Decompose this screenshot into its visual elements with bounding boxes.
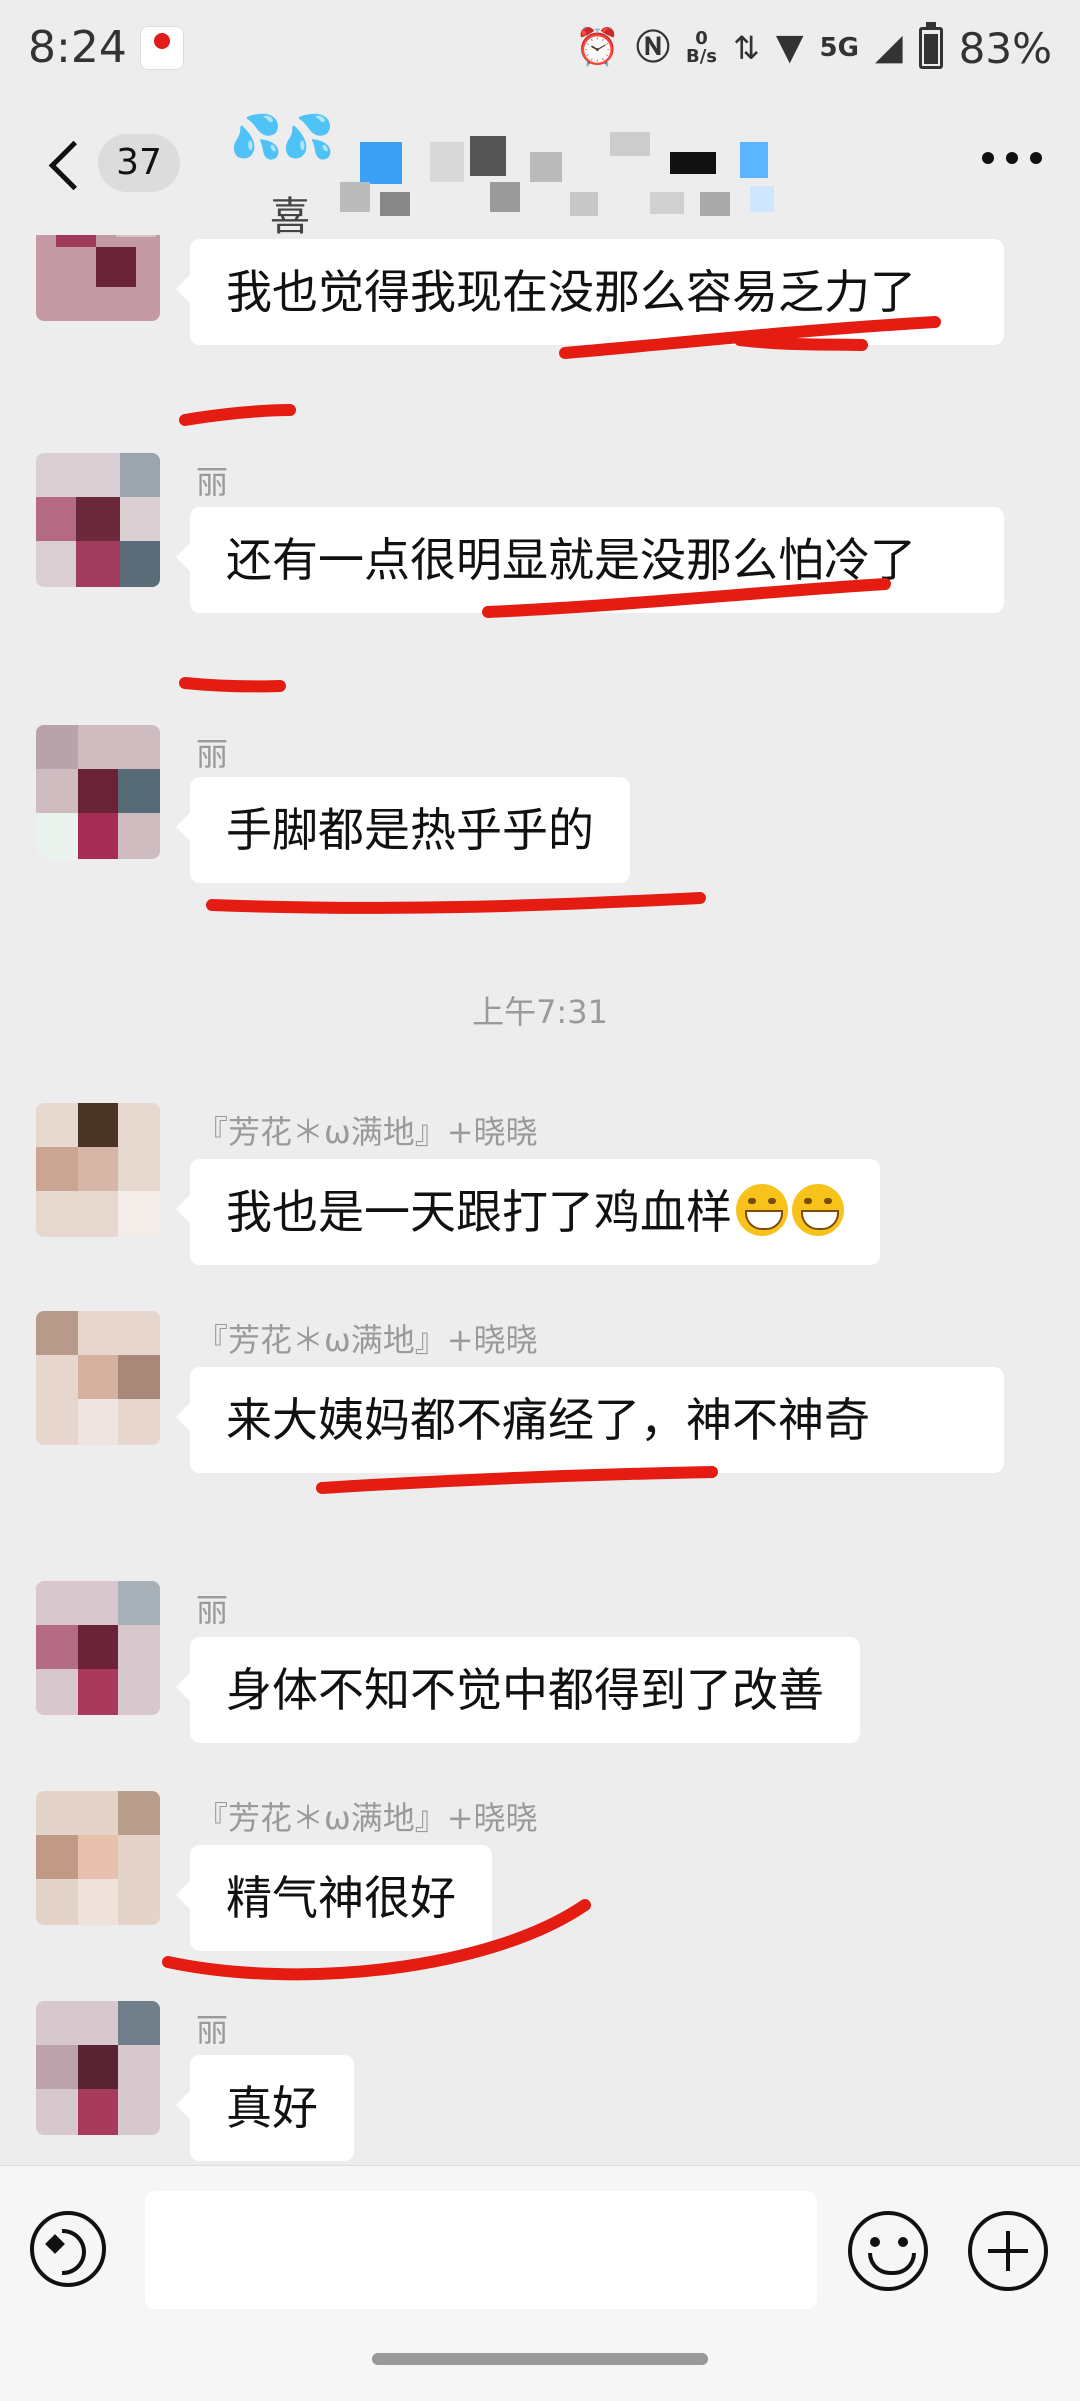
message-bubble[interactable]: 手脚都是热乎乎的 bbox=[176, 777, 630, 883]
back-arrow-icon[interactable] bbox=[42, 134, 82, 194]
message-text: 我也是一天跟打了鸡血样 bbox=[226, 1185, 732, 1239]
message-text: 来大姨妈都不痛经了，神不神奇 bbox=[226, 1393, 870, 1447]
timestamp: 上午7:31 bbox=[472, 993, 608, 1031]
input-bar bbox=[0, 2165, 1080, 2401]
unread-count-badge[interactable]: 37 bbox=[98, 134, 180, 192]
message-text: 真好 bbox=[226, 2081, 318, 2135]
message-text: 还有一点很明显就是没那么怕冷了 bbox=[226, 533, 916, 587]
status-icons: ⏰ Ⓝ 0 B/s ⇅ ▼ 5G ◢ 83% bbox=[575, 22, 1052, 74]
home-indicator[interactable] bbox=[372, 2353, 708, 2365]
avatar[interactable] bbox=[36, 235, 160, 321]
message-bubble[interactable]: 来大姨妈都不痛经了，神不神奇 bbox=[176, 1367, 1004, 1473]
message-text: 手脚都是热乎乎的 bbox=[226, 803, 594, 857]
avatar[interactable] bbox=[36, 1581, 160, 1715]
sender-name: 丽 bbox=[196, 1591, 229, 1629]
avatar[interactable] bbox=[36, 1311, 160, 1445]
title-text: 喜 bbox=[270, 194, 310, 240]
message-bubble[interactable]: 精气神很好 bbox=[176, 1845, 492, 1951]
battery-percent: 83% bbox=[958, 23, 1052, 73]
message-input[interactable] bbox=[145, 2191, 817, 2309]
message-bubble[interactable]: 真好 bbox=[176, 2055, 354, 2161]
grin-emoji-icon bbox=[792, 1184, 844, 1236]
battery-icon bbox=[918, 22, 943, 69]
data-icon: ⇅ bbox=[733, 29, 760, 67]
grin-emoji-icon bbox=[736, 1184, 788, 1236]
network-speed-icon: 0 B/s bbox=[686, 28, 718, 67]
avatar[interactable] bbox=[36, 453, 160, 587]
chat-header: 37 💦💦 喜 bbox=[0, 100, 1080, 240]
avatar[interactable] bbox=[36, 1791, 160, 1925]
avatar[interactable] bbox=[36, 2001, 160, 2135]
message-bubble[interactable]: 我也觉得我现在没那么容易乏力了 bbox=[176, 239, 1004, 345]
sender-name: 『芳花＊ω满地』+晓晓 bbox=[196, 1799, 538, 1837]
message-bubble[interactable]: 还有一点很明显就是没那么怕冷了 bbox=[176, 507, 1004, 613]
sender-name: 丽 bbox=[196, 735, 229, 773]
more-options-icon[interactable] bbox=[982, 152, 1042, 168]
avatar[interactable] bbox=[36, 725, 160, 859]
nfc-icon: Ⓝ bbox=[636, 28, 670, 68]
status-time: 8:24 bbox=[28, 22, 127, 73]
voice-icon[interactable] bbox=[30, 2211, 106, 2287]
signal-icon: ◢ bbox=[874, 27, 903, 68]
app-notification-icon bbox=[140, 26, 184, 70]
chat-title[interactable]: 💦💦 喜 bbox=[230, 112, 830, 240]
sender-name: 『芳花＊ω满地』+晓晓 bbox=[196, 1321, 538, 1359]
message-text: 我也觉得我现在没那么容易乏力了 bbox=[226, 265, 916, 319]
plus-icon[interactable] bbox=[968, 2211, 1048, 2291]
message-text: 精气神很好 bbox=[226, 1871, 456, 1925]
message-bubble[interactable]: 身体不知不觉中都得到了改善 bbox=[176, 1637, 860, 1743]
signal-type: 5G bbox=[819, 33, 859, 63]
sender-name: 丽 bbox=[196, 2011, 229, 2049]
title-emoji: 💦💦 bbox=[230, 112, 335, 161]
message-bubble[interactable]: 我也是一天跟打了鸡血样 bbox=[176, 1159, 880, 1265]
status-bar: 8:24 ⏰ Ⓝ 0 B/s ⇅ ▼ 5G ◢ 83% bbox=[0, 0, 1080, 100]
avatar[interactable] bbox=[36, 1103, 160, 1237]
sender-name: 丽 bbox=[196, 463, 229, 501]
message-text: 身体不知不觉中都得到了改善 bbox=[226, 1663, 824, 1717]
sender-name: 『芳花＊ω满地』+晓晓 bbox=[196, 1113, 538, 1151]
emoji-icon[interactable] bbox=[848, 2211, 928, 2291]
wifi-icon: ▼ bbox=[775, 27, 804, 68]
alarm-icon: ⏰ bbox=[575, 27, 620, 68]
chat-messages[interactable]: 我也觉得我现在没那么容易乏力了 丽 还有一点很明显就是没那么怕冷了 丽 手脚都是… bbox=[0, 235, 1080, 2165]
battery-fill bbox=[923, 34, 938, 64]
